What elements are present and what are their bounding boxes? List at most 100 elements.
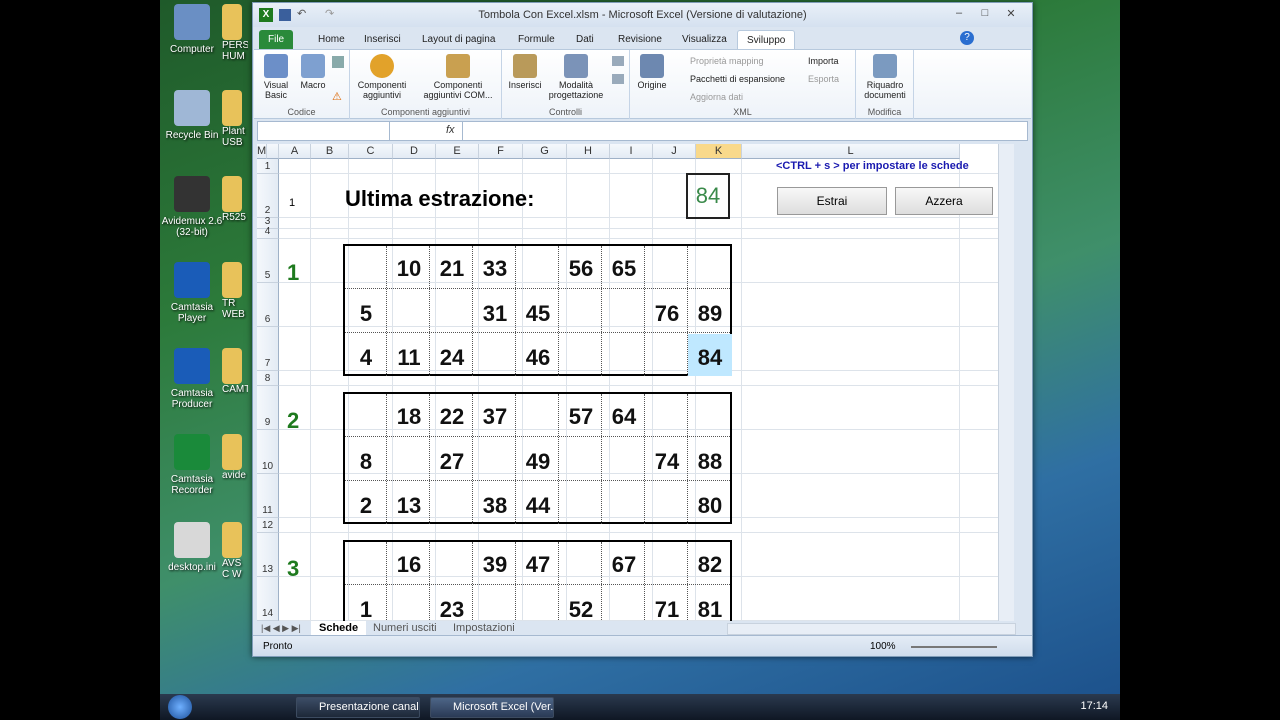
column-header-H[interactable]: H (567, 144, 610, 159)
name-box[interactable] (258, 122, 390, 140)
formula-input[interactable] (462, 122, 1011, 140)
tab-home[interactable]: Home (309, 30, 354, 49)
column-header-M[interactable]: M (257, 144, 268, 159)
desktop-icon[interactable]: Plant USB (222, 90, 248, 148)
row-header-9[interactable]: 9 (257, 386, 279, 430)
desktop-icon[interactable]: Camtasia Producer (160, 348, 228, 410)
card-cell: 76 (654, 301, 680, 326)
desktop-icon[interactable]: TR WEB (222, 262, 248, 320)
aggiorna-dati-button[interactable]: Aggiorna dati (690, 92, 743, 102)
column-header-C[interactable]: C (349, 144, 393, 159)
desktop-icon[interactable]: Computer (160, 4, 228, 55)
taskbar-excel[interactable]: Microsoft Excel (Ver... (430, 697, 554, 718)
column-header-F[interactable]: F (479, 144, 523, 159)
properties-icon[interactable] (612, 56, 624, 66)
card-cell (473, 334, 517, 376)
componenti-aggiuntivi-button[interactable]: Componenti aggiuntivi (352, 54, 412, 100)
origine-button[interactable]: Origine (634, 54, 670, 90)
riquadro-documenti-label: Riquadro documenti (864, 80, 906, 100)
card-cell (387, 586, 431, 621)
desktop-icon[interactable]: Camtasia Player (160, 262, 228, 324)
tab-file[interactable]: File (259, 30, 294, 49)
maximize-button[interactable]: □ (974, 7, 996, 23)
spreadsheet-grid[interactable]: A B C D E F G H I J K L M 1 2 3 4 5 6 7 8 9 10 11 12 13 14 <CTRL +… (257, 144, 1014, 621)
proprieta-mapping-button[interactable]: Proprietà mapping (690, 56, 764, 66)
tab-formule[interactable]: Formule (509, 30, 564, 49)
column-header-D[interactable]: D (393, 144, 436, 159)
visual-basic-button[interactable]: Visual Basic (258, 54, 294, 100)
tab-dati[interactable]: Dati (567, 30, 603, 49)
record-macro-icon[interactable] (332, 56, 344, 68)
taskbar-presentazione[interactable]: Presentazione canal... (296, 697, 420, 718)
vertical-scrollbar[interactable] (998, 144, 1014, 621)
desktop-icon[interactable]: CAMT (222, 348, 248, 395)
pacchetti-espansione-button[interactable]: Pacchetti di espansione (690, 74, 785, 84)
desktop-icon[interactable]: AVS C W (222, 522, 248, 580)
column-header-G[interactable]: G (523, 144, 567, 159)
desktop-icon[interactable]: R525 (222, 176, 248, 223)
desktop-icon[interactable]: desktop.ini (160, 522, 228, 573)
column-header-J[interactable]: J (653, 144, 696, 159)
zoom-level[interactable]: 100% (870, 641, 896, 652)
desktop-icon-label: Camtasia Producer (170, 388, 214, 410)
modalita-progettazione-button[interactable]: Modalità progettazione (546, 54, 606, 100)
azzera-button[interactable]: Azzera (895, 187, 993, 215)
estrai-button[interactable]: Estrai (777, 187, 887, 215)
help-icon[interactable]: ? (960, 31, 974, 45)
row-header-7[interactable]: 7 (257, 327, 279, 371)
desktop-icon[interactable]: PERS HUM (222, 4, 248, 62)
row-header-13[interactable]: 13 (257, 533, 279, 577)
origine-label: Origine (637, 80, 667, 90)
importa-button[interactable]: Importa (808, 56, 839, 66)
zoom-slider[interactable] (911, 646, 997, 648)
close-button[interactable]: ✕ (1000, 7, 1022, 23)
fx-icon[interactable]: fx (446, 124, 455, 136)
group-modifica-label: Modifica (867, 107, 902, 117)
tab-sviluppo[interactable]: Sviluppo (737, 30, 796, 49)
desktop-icon-label: Recycle Bin (165, 130, 219, 141)
macro-button[interactable]: Macro (296, 54, 330, 90)
minimize-button[interactable]: – (948, 7, 970, 23)
row-header-4[interactable]: 4 (257, 226, 279, 239)
column-header-I[interactable]: I (610, 144, 653, 159)
card-cell: 38 (482, 493, 508, 518)
column-header-B[interactable]: B (311, 144, 349, 159)
tab-layout[interactable]: Layout di pagina (413, 30, 504, 49)
desktop-icon[interactable]: Camtasia Recorder (160, 434, 228, 496)
desktop-icon[interactable]: avide (222, 434, 248, 481)
column-header-A[interactable]: A (279, 144, 311, 159)
esporta-button[interactable]: Esporta (808, 74, 839, 84)
sheet-nav-arrows[interactable]: |◀ ◀ ▶ ▶| (261, 623, 301, 634)
tab-revisione[interactable]: Revisione (609, 30, 671, 49)
desktop-icon[interactable]: Recycle Bin (160, 90, 228, 141)
componenti-com-button[interactable]: Componenti aggiuntivi COM... (416, 54, 500, 100)
row-header-6[interactable]: 6 (257, 283, 279, 327)
folder-icon (222, 522, 242, 558)
tab-visualizza[interactable]: Visualizza (673, 30, 736, 49)
row-header-8[interactable]: 8 (257, 371, 279, 386)
column-header-E[interactable]: E (436, 144, 479, 159)
tab-inserisci[interactable]: Inserisci (355, 30, 410, 49)
row-header-14[interactable]: 14 (257, 577, 279, 621)
row-gridline (279, 532, 1014, 533)
horizontal-scrollbar[interactable] (727, 623, 1016, 635)
row-header-12[interactable]: 12 (257, 518, 279, 533)
row-header-2[interactable]: 2 (257, 174, 279, 218)
view-code-icon[interactable] (612, 74, 624, 84)
riquadro-documenti-button[interactable]: Riquadro documenti (858, 54, 912, 100)
card-cell (430, 290, 474, 332)
column-header-L[interactable]: L (742, 144, 960, 159)
inserisci-control-button[interactable]: Inserisci (504, 54, 546, 90)
card-dotted-divider (515, 394, 516, 524)
row-header-1[interactable]: 1 (257, 159, 279, 174)
macro-security-icon[interactable]: ⚠ (332, 90, 342, 103)
row-header-11[interactable]: 11 (257, 474, 279, 518)
ribbon-tabs: File Home Inserisci Layout di pagina For… (253, 27, 1032, 49)
row-header-10[interactable]: 10 (257, 430, 279, 474)
row-header-5[interactable]: 5 (257, 239, 279, 283)
column-header-K[interactable]: K (696, 144, 742, 159)
card-cell: 47 (525, 552, 551, 577)
start-button[interactable] (168, 695, 192, 719)
desktop-icon[interactable]: Avidemux 2.6 (32-bit) (160, 176, 228, 238)
last-draw-value[interactable]: 84 (686, 173, 730, 219)
